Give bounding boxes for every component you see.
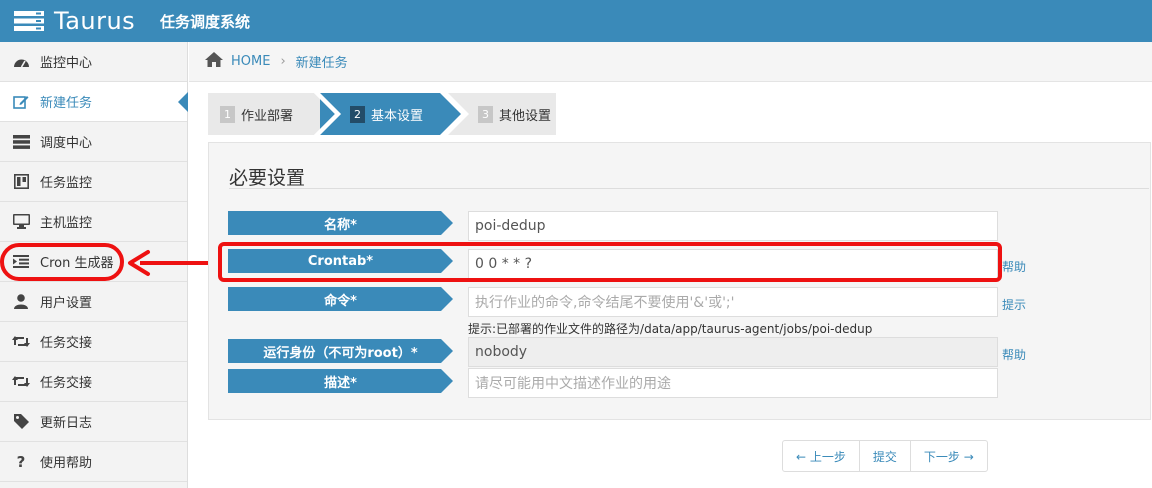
- sidebar-item-task-handover-2[interactable]: 任务交接: [0, 362, 187, 402]
- step-label: 其他设置: [499, 108, 552, 124]
- step-chevron: [440, 93, 470, 135]
- sidebar-item-schedule-center[interactable]: 调度中心: [0, 122, 187, 162]
- description-label: 描述*: [228, 369, 453, 393]
- chevron-right-icon: ›: [280, 54, 286, 69]
- sidebar-item-host-monitor[interactable]: 主机监控: [0, 202, 187, 242]
- divider: [229, 188, 1149, 189]
- annotation-oval: [0, 243, 124, 281]
- server-logo-icon: [14, 11, 44, 31]
- prev-step-button[interactable]: ← 上一步: [783, 441, 860, 471]
- sidebar-item-changelog[interactable]: 更新日志: [0, 402, 187, 442]
- command-input[interactable]: 执行作业的命令,命令结尾不要使用'&'或';': [468, 287, 998, 317]
- sidebar-item-label: 任务交接: [40, 376, 93, 391]
- sidebar-item-task-handover[interactable]: 任务交接: [0, 322, 187, 362]
- step-label: 基本设置: [371, 108, 424, 124]
- sidebar-item-label: 调度中心: [40, 136, 93, 151]
- sidebar-item-label: 任务监控: [40, 176, 93, 191]
- sidebar-item-label: 任务交接: [40, 336, 93, 351]
- home-icon[interactable]: [205, 52, 223, 71]
- retweet-icon: [12, 373, 30, 391]
- breadcrumb-home[interactable]: HOME: [231, 54, 270, 69]
- runas-label: 运行身份（不可为root）*: [228, 339, 453, 363]
- question-icon: ?: [16, 452, 26, 471]
- sidebar-item-label: 更新日志: [40, 416, 93, 431]
- deploy-path-hint: 提示:已部署的作业文件的路径为/data/app/taurus-agent/jo…: [468, 322, 873, 336]
- runas-help-link[interactable]: 帮助: [1002, 346, 1026, 363]
- user-icon: [12, 293, 30, 311]
- sidebar-item-label: 用户设置: [40, 296, 93, 311]
- step-label: 作业部署: [241, 108, 294, 124]
- dashboard-icon: [12, 53, 30, 71]
- sidebar-item-label: 监控中心: [40, 56, 93, 71]
- tag-icon: [12, 413, 30, 431]
- wizard-steps: 1 作业部署 2 基本设置 3 其他设置: [208, 93, 556, 135]
- command-label: 命令*: [228, 287, 453, 311]
- sidebar-item-label: 主机监控: [40, 216, 93, 231]
- step-number: 2: [350, 105, 365, 123]
- description-input[interactable]: 请尽可能用中文描述作业的用途: [468, 368, 998, 398]
- breadcrumb-current[interactable]: 新建任务: [296, 52, 348, 71]
- step-deploy[interactable]: 1 作业部署: [208, 93, 320, 135]
- next-step-button[interactable]: 下一步 →: [911, 441, 987, 471]
- sidebar-item-new-task[interactable]: 新建任务: [0, 82, 188, 122]
- sidebar-item-user-settings[interactable]: 用户设置: [0, 282, 187, 322]
- runas-input: nobody: [468, 337, 998, 367]
- edit-icon: [12, 93, 30, 111]
- monitor-icon: [12, 213, 30, 231]
- submit-button[interactable]: 提交: [860, 441, 911, 471]
- breadcrumb: HOME › 新建任务: [189, 42, 1152, 82]
- sidebar-item-help[interactable]: ? 使用帮助: [0, 442, 187, 482]
- name-input[interactable]: poi-dedup: [468, 211, 998, 241]
- crontab-help-link[interactable]: 帮助: [1002, 258, 1026, 275]
- name-label: 名称*: [228, 211, 453, 235]
- sidebar-item-label: 使用帮助: [40, 456, 93, 471]
- board-icon: [12, 173, 30, 191]
- sidebar-item-monitor-center[interactable]: 监控中心: [0, 42, 187, 82]
- command-tip-link[interactable]: 提示: [1002, 296, 1026, 313]
- system-name: 任务调度系统: [160, 13, 251, 31]
- step-number: 1: [220, 105, 235, 123]
- retweet-icon: [12, 333, 30, 351]
- section-title: 必要设置: [229, 167, 306, 189]
- step-chevron: [314, 93, 342, 135]
- logo-text: Taurus: [54, 7, 136, 35]
- server-icon: [12, 133, 30, 151]
- wizard-pager: ← 上一步 提交 下一步 →: [782, 440, 988, 472]
- logo[interactable]: Taurus: [14, 7, 135, 35]
- annotation-arrow: [128, 250, 220, 276]
- step-number: 3: [478, 105, 493, 123]
- sidebar-item-label: 新建任务: [40, 96, 93, 111]
- sidebar-item-task-monitor[interactable]: 任务监控: [0, 162, 187, 202]
- top-navbar: Taurus 任务调度系统: [0, 0, 1152, 42]
